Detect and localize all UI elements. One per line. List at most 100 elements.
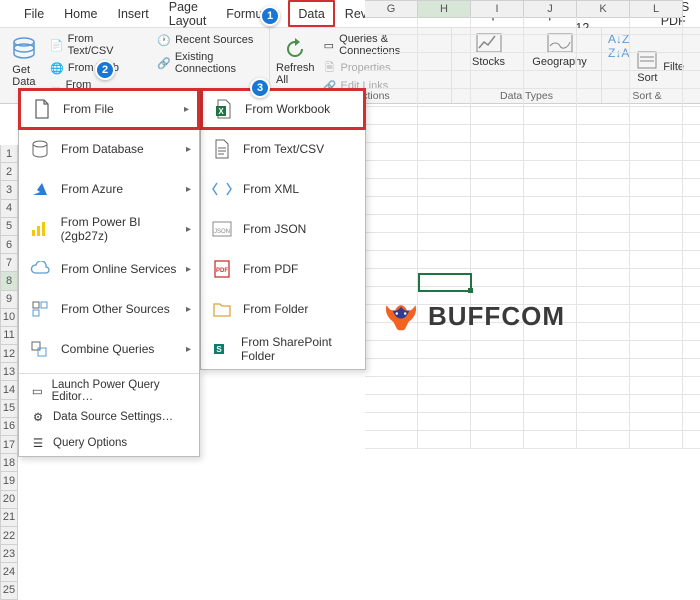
chevron-right-icon: ▸ [186,224,191,235]
pdf-icon: PDF [211,258,233,280]
menu-from-online-services[interactable]: From Online Services ▸ [19,249,199,289]
connection-icon: 🔗 [157,56,171,70]
row-header-2[interactable]: 2 [0,163,18,181]
svg-text:JSON: JSON [214,229,230,235]
grid-cells[interactable] [365,17,700,449]
submenu-from-folder[interactable]: From Folder [201,289,365,329]
menu-combine-queries[interactable]: Combine Queries ▸ [19,329,199,369]
settings-icon: ⚙ [31,410,45,424]
menu-label: Combine Queries [61,342,154,356]
tab-file[interactable]: File [14,0,54,27]
row-header-1[interactable]: 1 [0,145,18,163]
menu-label: From Other Sources [61,302,170,316]
submenu-from-sharepoint[interactable]: S From SharePoint Folder [201,329,365,369]
options-icon: ☰ [31,436,45,450]
menu-from-powerbi[interactable]: From Power BI (2gb27z) ▸ [19,209,199,249]
row-header-9[interactable]: 9 [0,291,18,309]
row-header-6[interactable]: 6 [0,236,18,254]
menu-label: From Folder [243,302,308,316]
menu-label: From File [63,102,114,116]
from-text-csv-button[interactable]: 📄From Text/CSV [46,32,145,58]
row-header-12[interactable]: 12 [0,345,18,363]
menu-from-other-sources[interactable]: From Other Sources ▸ [19,289,199,329]
row-header-15[interactable]: 15 [0,400,18,418]
column-headers: G H I J K L [365,0,683,18]
row-header-11[interactable]: 11 [0,327,18,345]
cloud-icon [29,258,51,280]
active-cell[interactable] [418,273,472,292]
row-header-24[interactable]: 24 [0,563,18,581]
other-icon [29,298,51,320]
row-header-20[interactable]: 20 [0,491,18,509]
menu-from-database[interactable]: From Database ▸ [19,129,199,169]
chevron-right-icon: ▸ [186,344,191,355]
row-header-16[interactable]: 16 [0,418,18,436]
submenu-from-xml[interactable]: From XML [201,169,365,209]
menu-label: From SharePoint Folder [241,335,355,363]
row-header-17[interactable]: 17 [0,436,18,454]
row-headers: 1234567891011121314151617181920212223242… [0,145,18,600]
menu-from-file[interactable]: From File ▸ [18,88,200,130]
watermark: BUFFCOM [380,295,565,337]
svg-text:S: S [216,345,222,354]
chevron-right-icon: ▸ [186,144,191,155]
row-header-5[interactable]: 5 [0,218,18,236]
menu-label: From Azure [61,182,123,196]
refresh-icon [284,38,306,60]
refresh-all-button[interactable]: Refresh All [276,32,315,92]
menu-label: From Text/CSV [243,142,324,156]
submenu-from-textcsv[interactable]: From Text/CSV [201,129,365,169]
chevron-right-icon: ▸ [186,304,191,315]
col-header-g[interactable]: G [365,0,418,18]
row-header-10[interactable]: 10 [0,309,18,327]
chevron-right-icon: ▸ [186,264,191,275]
tab-insert[interactable]: Insert [108,0,159,27]
file-icon [31,98,53,120]
props-icon: 🗎 [323,61,337,75]
submenu-from-json[interactable]: JSON From JSON [201,209,365,249]
tab-data[interactable]: Data [288,0,334,27]
row-header-7[interactable]: 7 [0,254,18,272]
submenu-from-pdf[interactable]: PDF From PDF [201,249,365,289]
menu-data-source-settings[interactable]: ⚙ Data Source Settings… [19,404,199,430]
col-header-i[interactable]: I [471,0,524,18]
get-data-button[interactable]: Get Data [6,32,42,92]
tab-page-layout[interactable]: Page Layout [159,0,217,27]
row-header-22[interactable]: 22 [0,527,18,545]
row-header-19[interactable]: 19 [0,472,18,490]
row-header-25[interactable]: 25 [0,582,18,600]
menu-label: Data Source Settings… [53,411,173,423]
menu-label: From JSON [243,222,306,236]
row-header-3[interactable]: 3 [0,181,18,199]
menu-launch-pqe[interactable]: ▭ Launch Power Query Editor… [19,378,199,404]
azure-icon [29,178,51,200]
col-header-k[interactable]: K [577,0,630,18]
folder-icon [211,298,233,320]
existing-connections-button[interactable]: 🔗Existing Connections [153,50,263,76]
submenu-from-workbook[interactable]: X From Workbook [200,88,366,130]
row-header-8[interactable]: 8 [0,272,18,290]
json-icon: JSON [211,218,233,240]
recent-icon: 🕐 [157,33,171,47]
col-header-h[interactable]: H [418,0,471,18]
menu-label: Query Options [53,437,127,449]
menu-query-options[interactable]: ☰ Query Options [19,430,199,456]
tab-home[interactable]: Home [54,0,107,27]
combine-icon [29,338,51,360]
database-icon [11,36,37,62]
row-header-21[interactable]: 21 [0,509,18,527]
col-header-j[interactable]: J [524,0,577,18]
menu-label: From Workbook [245,102,330,116]
excel-icon: X [213,98,235,120]
menu-label: Launch Power Query Editor… [52,379,189,403]
col-header-l[interactable]: L [630,0,683,18]
menu-from-azure[interactable]: From Azure ▸ [19,169,199,209]
recent-sources-button[interactable]: 🕐Recent Sources [153,32,263,48]
svg-text:X: X [218,107,224,116]
link-icon: ▭ [323,38,336,52]
row-header-4[interactable]: 4 [0,200,18,218]
row-header-18[interactable]: 18 [0,454,18,472]
row-header-13[interactable]: 13 [0,363,18,381]
row-header-14[interactable]: 14 [0,381,18,399]
row-header-23[interactable]: 23 [0,545,18,563]
